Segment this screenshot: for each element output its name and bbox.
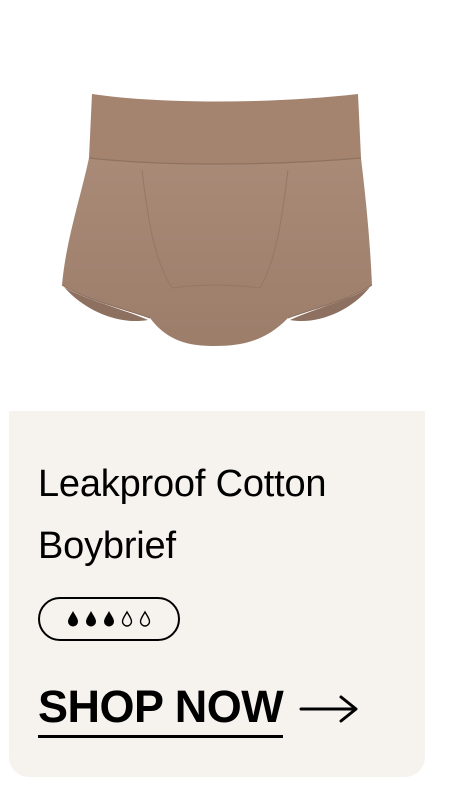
droplet-filled-icon: [68, 611, 78, 627]
shop-now-label: SHOP NOW: [38, 679, 284, 738]
product-card[interactable]: Leakproof Cotton Boybrief SHOP NOW: [9, 411, 425, 777]
droplet-filled-icon: [104, 611, 114, 627]
arrow-right-icon: [299, 695, 358, 722]
droplet-filled-icon: [86, 611, 96, 627]
absorbency-rating: [38, 597, 180, 641]
product-image[interactable]: [50, 80, 380, 360]
product-title[interactable]: Leakproof Cotton Boybrief: [38, 453, 398, 577]
shop-now-link[interactable]: SHOP NOW: [38, 679, 359, 738]
droplet-outline-icon: [139, 610, 151, 627]
droplet-outline-icon: [121, 610, 133, 627]
